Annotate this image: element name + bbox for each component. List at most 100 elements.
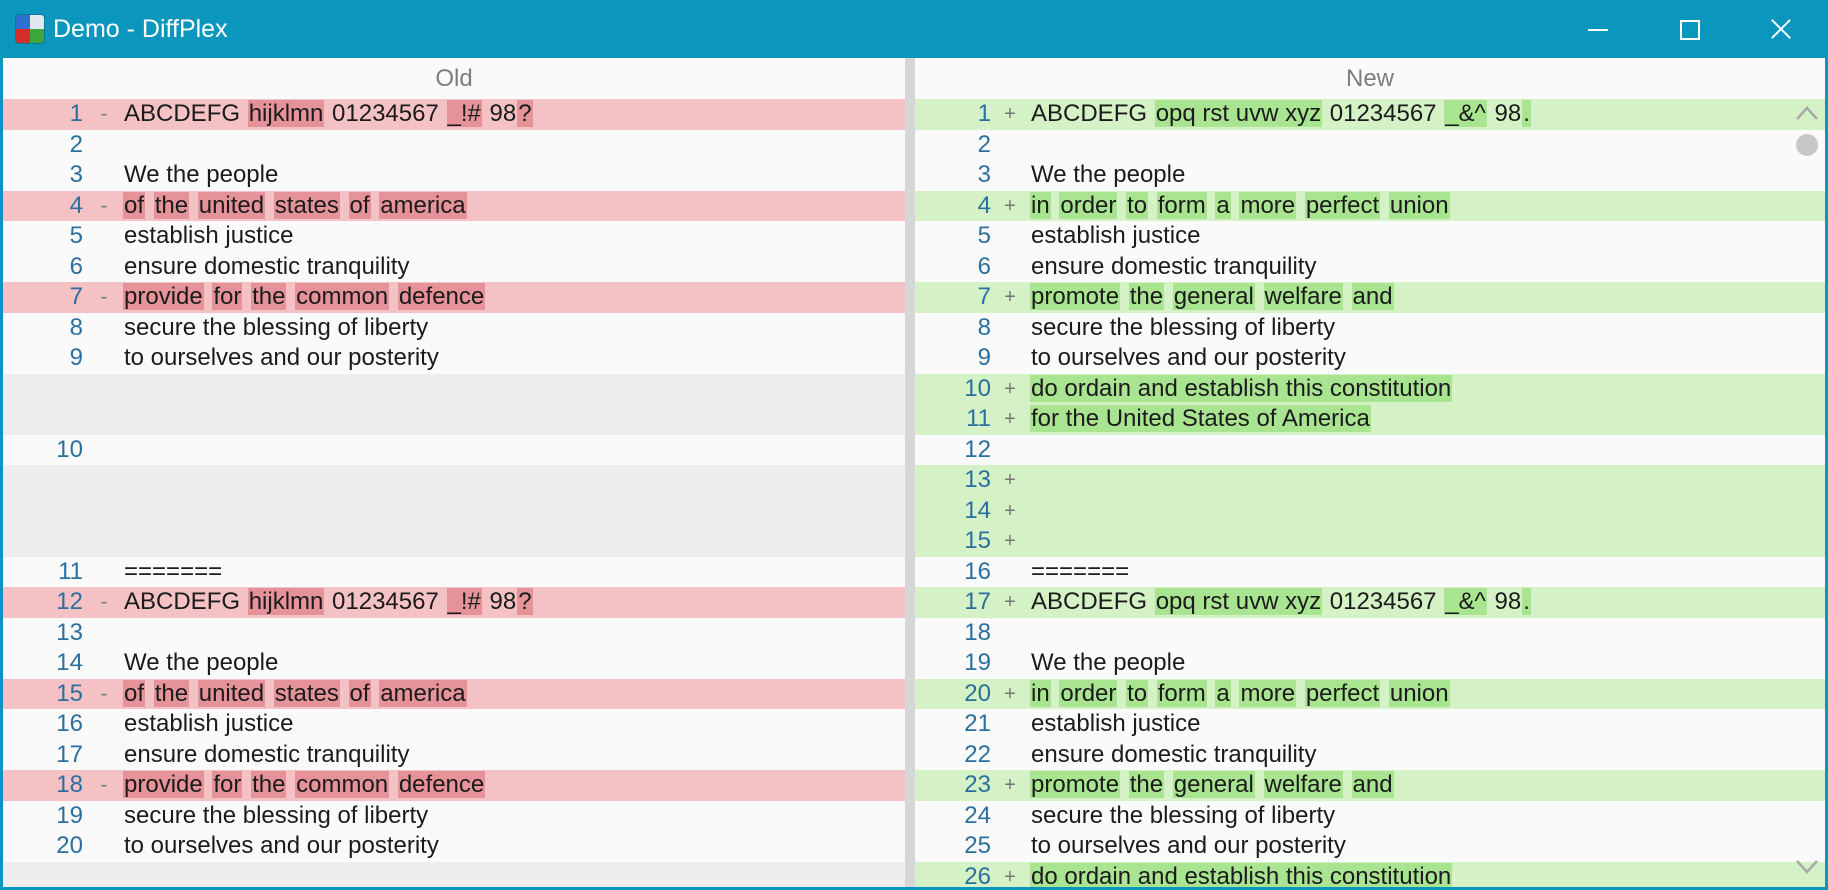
old-line: 19 secure the blessing of liberty [3,801,905,832]
line-number: 22 [964,740,991,768]
new-line: 13 + [915,465,1825,496]
change-marker: - [100,194,108,217]
text-segment [1380,680,1389,707]
change-marker: - [100,774,108,796]
scroll-down-button[interactable] [1795,858,1819,876]
old-line: 2 [3,130,905,161]
text-segment [1148,680,1157,707]
new-line: 25 to ourselves and our posterity [915,831,1825,862]
text-segment: secure the blessing of liberty [124,801,429,829]
line-text: promote the general welfare and [1030,770,1394,801]
text-segment [371,192,380,219]
text-segment: establish justice [124,222,294,249]
changed-word: defence [397,771,486,798]
changed-word: do ordain and establish this constitutio… [1030,374,1453,402]
line-text: do ordain and establish this constitutio… [1030,374,1453,405]
text-segment [389,283,398,310]
changed-word: for [212,283,243,310]
change-marker: + [1004,591,1016,613]
text-segment: secure the blessing of liberty [1031,801,1336,829]
changed-word: hijklmn [247,100,325,127]
line-number: 17 [56,740,83,768]
old-line: 8 secure the blessing of liberty [3,313,905,344]
line-number: 7 [69,283,83,310]
old-line: 5 establish justice [3,221,905,252]
close-button[interactable] [1734,0,1826,58]
text-segment: secure the blessing of liberty [124,313,429,341]
change-marker: - [100,103,108,125]
new-line: 3 We the people [915,160,1825,191]
title-bar[interactable]: Demo - DiffPlex [0,0,1828,58]
old-line: 1- ABCDEFG hijklmn 01234567 _!# 98? [3,99,905,130]
changed-word: provide [123,771,204,798]
changed-word: more [1239,679,1297,707]
line-text: secure the blessing of liberty [123,801,429,832]
chevron-up-icon [1796,106,1818,120]
text-segment [265,680,274,707]
text-segment [145,680,154,707]
minimize-button[interactable] [1550,0,1642,58]
text-segment: 01234567 [325,100,446,127]
app-icon[interactable] [16,15,44,43]
changed-word: for [212,771,243,798]
line-number: 6 [69,252,83,280]
old-line: 12- ABCDEFG hijklmn 01234567 _!# 98? [3,587,905,618]
text-segment: ======= [1031,557,1130,585]
change-marker: + [1004,194,1016,217]
old-pane[interactable]: Old 1- ABCDEFG hijklmn 01234567 _!# 98? 2 3… [3,58,905,887]
new-line: 15 + [915,526,1825,557]
text-segment: ensure domestic tranquility [124,252,410,280]
text-segment [1117,192,1126,219]
changed-word: general [1172,283,1255,310]
line-text: of the united states of america [123,679,467,710]
old-line: 20 to ourselves and our posterity [3,831,905,862]
scroll-up-button[interactable] [1795,104,1819,122]
text-segment: 01234567 [1323,588,1444,615]
line-text: for the United States of America [1030,404,1371,435]
line-text: ensure domestic tranquility [123,252,410,283]
new-pane[interactable]: New 1 + ABCDEFG opq rst uvw xyz 01234567 _… [915,58,1825,887]
line-number: 9 [69,344,83,371]
text-segment [1148,192,1157,219]
line-number: 8 [69,313,83,341]
window-title: Demo - DiffPlex [53,15,228,43]
changed-word: america [379,679,467,707]
change-marker: + [1004,530,1016,552]
chevron-down-icon [1796,860,1818,874]
changed-word: promote [1030,283,1121,310]
line-text: in order to form a more perfect union [1030,679,1450,710]
text-segment: ABCDEFG [1031,100,1154,127]
text-segment: ensure domestic tranquility [124,740,410,768]
text-segment [242,283,251,310]
text-segment [1120,283,1129,310]
new-lines: 1 + ABCDEFG opq rst uvw xyz 01234567 _&^ 9… [915,99,1825,887]
text-segment: to ourselves and our posterity [1031,344,1346,371]
text-segment: to ourselves and our posterity [1031,832,1346,859]
scrollbar-thumb[interactable] [1796,134,1818,156]
text-segment: ABCDEFG [124,588,247,615]
changed-word: the [1128,283,1165,310]
pane-splitter[interactable] [905,58,915,887]
old-line: 13 [3,618,905,649]
changed-word: _!# [446,100,482,127]
line-text: to ourselves and our posterity [123,831,440,862]
new-line: 18 [915,618,1825,649]
old-line: 16 establish justice [3,709,905,740]
change-marker: + [1004,865,1016,888]
line-text: to ourselves and our posterity [1030,343,1347,374]
new-line: 6 ensure domestic tranquility [915,252,1825,283]
old-pane-header: Old [435,65,473,92]
new-line: 10 + do ordain and establish this constitu… [915,373,1825,405]
line-number: 9 [977,344,991,371]
text-segment: 01234567 [325,588,446,615]
new-line: 11 + for the United States of America [915,404,1825,435]
maximize-button[interactable] [1642,0,1734,58]
line-number: 1 [977,100,991,127]
old-line: 17 ensure domestic tranquility [3,740,905,771]
changed-word: defence [397,283,486,310]
old-line: 15- of the united states of america [3,678,905,710]
text-segment [1343,283,1352,310]
changed-word: ? [517,588,533,615]
new-line: 1 + ABCDEFG opq rst uvw xyz 01234567 _&^ 9… [915,99,1825,130]
changed-word: the [251,771,287,798]
